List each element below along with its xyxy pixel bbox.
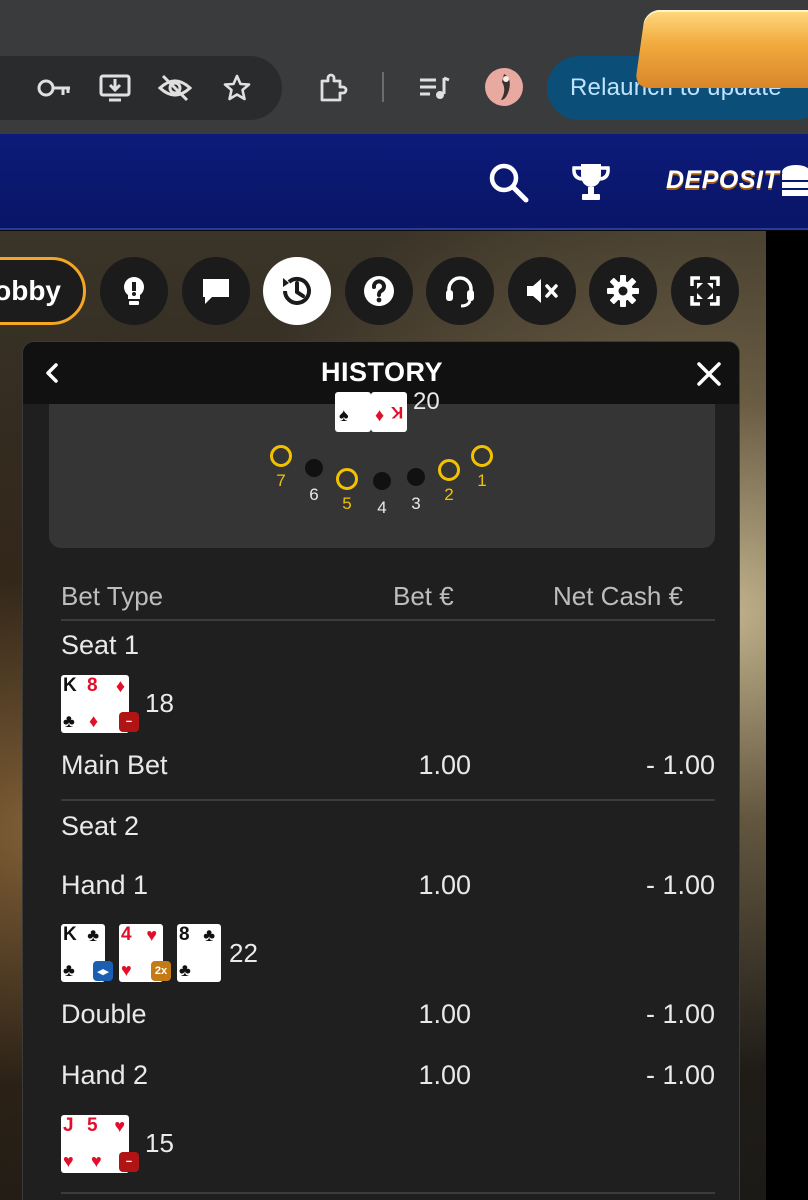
seat-2-number: 2 xyxy=(444,485,454,504)
seat-1-net-cash: - 1.00 xyxy=(645,750,715,780)
divider xyxy=(61,799,715,801)
fullscreen-icon[interactable] xyxy=(671,257,739,325)
seat-1-bet-type: Main Bet xyxy=(61,750,168,780)
support-icon[interactable] xyxy=(426,257,494,325)
seat-2-hand-2-label: Hand 2 xyxy=(61,1060,149,1090)
seat-1-total: 18 xyxy=(145,688,174,718)
profile-avatar[interactable] xyxy=(485,68,523,106)
seat-2-double-bet: 1.00 xyxy=(418,999,471,1029)
divider xyxy=(61,1192,715,1194)
seat-2-double-label: Double xyxy=(61,999,147,1029)
coins-icon xyxy=(782,165,808,196)
seat-2-hand-1-label: Hand 1 xyxy=(61,870,149,900)
lobby-button[interactable]: obby xyxy=(0,257,86,325)
eye-off-icon[interactable] xyxy=(155,68,195,108)
column-bet: Bet € xyxy=(393,581,454,611)
history-panel: HISTORY ♠ ♦ K 20 7 6 5 4 3 2 1 Bet Type … xyxy=(22,341,740,1200)
help-icon[interactable] xyxy=(345,257,413,325)
deposit-label[interactable]: DEPOSIT xyxy=(666,166,779,195)
seat-4-marker xyxy=(373,472,391,490)
column-net-cash: Net Cash € xyxy=(553,581,684,611)
seat-1-label: Seat 1 xyxy=(61,630,140,660)
seat-2-hand-2-net: - 1.00 xyxy=(645,1060,715,1090)
seat-7-marker xyxy=(270,445,292,467)
trophy-icon[interactable] xyxy=(567,158,615,206)
seat-1-number: 1 xyxy=(477,471,487,490)
seat-2-hand-1-bet: 1.00 xyxy=(418,870,471,900)
history-icon[interactable] xyxy=(263,257,331,325)
extensions-icon[interactable] xyxy=(313,68,353,108)
seat-2-label: Seat 2 xyxy=(61,811,140,841)
dealer-card: ♦ K xyxy=(371,392,407,432)
seat-5-number: 5 xyxy=(342,494,352,513)
seat-3-marker xyxy=(407,468,425,486)
seat-3-number: 3 xyxy=(411,494,421,513)
seat-2-double-net: - 1.00 xyxy=(645,999,715,1029)
hint-icon[interactable] xyxy=(100,257,168,325)
close-icon[interactable] xyxy=(693,358,725,390)
seat-4-number: 4 xyxy=(377,498,387,517)
screen: Relaunch to update DEPOSIT obby xyxy=(0,0,808,1200)
double-badge: 2x xyxy=(151,961,171,981)
column-bet-type: Bet Type xyxy=(61,581,164,611)
split-badge: ◂▸ xyxy=(93,961,113,981)
seat-1-marker xyxy=(471,445,493,467)
seat-2-hand-2-bet: 1.00 xyxy=(418,1060,471,1090)
deposit-button[interactable] xyxy=(634,10,808,88)
mute-icon[interactable] xyxy=(508,257,576,325)
search-icon[interactable] xyxy=(484,158,532,206)
dealer-total: 20 xyxy=(413,388,440,415)
key-icon[interactable] xyxy=(34,68,74,108)
toolbar-divider xyxy=(382,72,384,102)
seat-2-hand-2-total: 15 xyxy=(145,1128,174,1158)
seat-2-hand-1-net: - 1.00 xyxy=(645,870,715,900)
seat-6-number: 6 xyxy=(309,485,319,504)
install-app-icon[interactable] xyxy=(95,68,135,108)
dealer-summary: ♠ ♦ K 20 7 6 5 4 3 2 1 xyxy=(49,388,715,548)
seat-7-number: 7 xyxy=(276,471,286,490)
media-queue-icon[interactable] xyxy=(414,68,454,108)
seat-2-marker xyxy=(438,459,460,481)
lose-badge: − xyxy=(119,1152,139,1172)
chat-icon[interactable] xyxy=(182,257,250,325)
lose-badge: − xyxy=(119,712,139,732)
history-title: HISTORY xyxy=(320,357,444,387)
settings-icon[interactable] xyxy=(589,257,657,325)
seat-5-marker xyxy=(336,468,358,490)
letterbox-right xyxy=(766,231,808,1200)
dealer-card: ♠ xyxy=(335,392,371,432)
seat-6-marker xyxy=(305,459,323,477)
divider xyxy=(61,619,715,621)
seat-2-hand-1-card: 8 ♣ ♣ xyxy=(177,924,221,982)
seat-2-hand-1-total: 22 xyxy=(229,938,258,968)
star-icon[interactable] xyxy=(217,68,257,108)
seat-1-bet-amount: 1.00 xyxy=(418,750,471,780)
